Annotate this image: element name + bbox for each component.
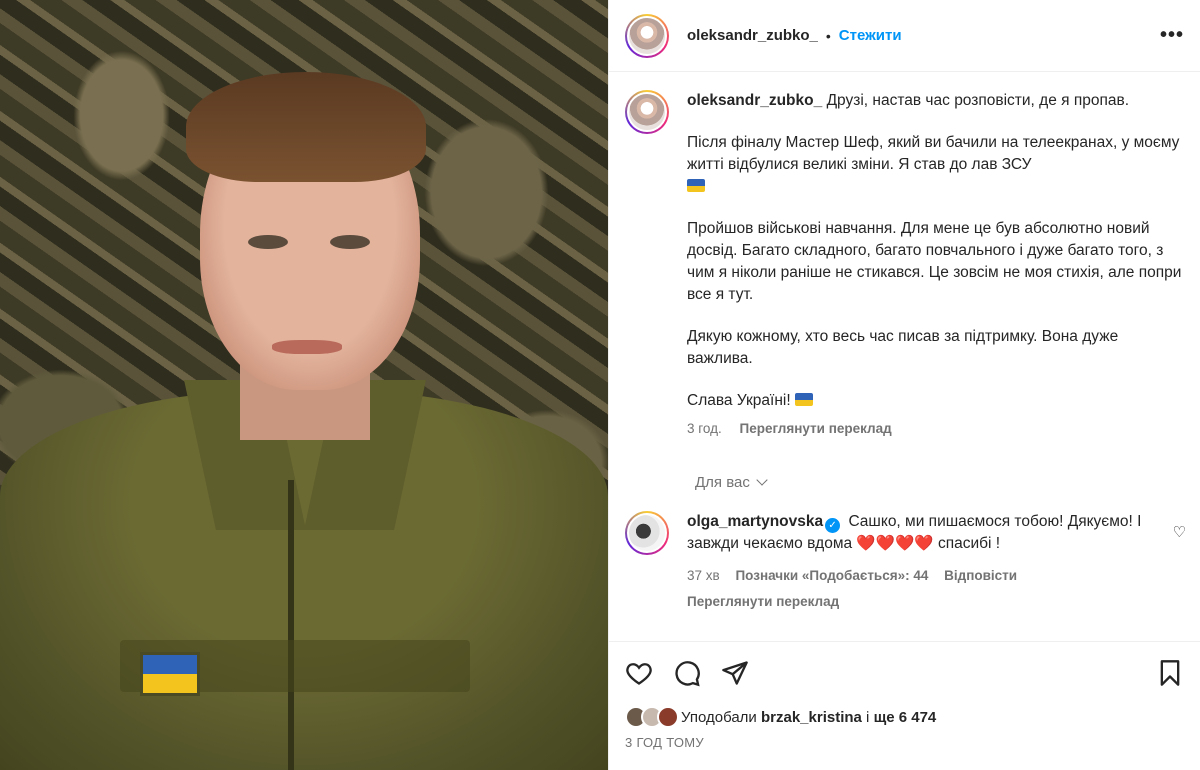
post-photo[interactable] (0, 0, 608, 770)
more-options-icon[interactable]: ••• (1160, 24, 1184, 47)
comment-reply-button[interactable]: Відповісти (944, 568, 1017, 583)
likes-prefix: Уподобали (681, 708, 757, 726)
comment-meta: 37 хв Позначки «Подобається»: 44 Відпові… (687, 565, 1147, 613)
save-bookmark-icon[interactable] (1156, 659, 1184, 687)
photo-mouth (272, 340, 342, 354)
follow-button[interactable]: Стежити (839, 27, 902, 44)
caption-translate-link[interactable]: Переглянути переклад (740, 421, 892, 436)
commenter-username[interactable]: olga_martynovska (687, 513, 823, 530)
action-bar (609, 641, 1200, 703)
caption-paragraph-4: Дякую кожному, хто весь час писав за під… (687, 328, 1119, 367)
post-caption: oleksandr_zubko_ Друзі, настав час розпо… (625, 90, 1184, 440)
likes-user[interactable]: brzak_kristina (761, 709, 862, 726)
for-you-label: Для вас (695, 474, 750, 491)
chevron-down-icon (756, 474, 768, 486)
caption-meta: 3 год. Переглянути переклад (687, 418, 1184, 440)
photo-jacket (0, 390, 608, 770)
comment-translate-link[interactable]: Переглянути переклад (687, 591, 1147, 613)
comment-like-heart-icon[interactable]: ♡ (1173, 523, 1186, 541)
liker-avatar (657, 706, 679, 728)
likes-count[interactable]: ще 6 474 (874, 709, 937, 726)
liker-avatars (625, 706, 679, 728)
share-paper-plane-icon[interactable] (721, 659, 749, 687)
comment-body: olga_martynovska ✓ Сашко, ми пишаємося то… (687, 511, 1147, 613)
for-you-filter[interactable]: Для вас (695, 474, 1184, 491)
likes-middle: і (866, 708, 870, 726)
photo-zipper (288, 480, 294, 770)
verified-badge-icon: ✓ (825, 518, 841, 533)
commenter-avatar[interactable] (625, 511, 669, 555)
comment-likes-count[interactable]: Позначки «Подобається»: 44 (735, 568, 928, 583)
comment-time: 37 хв (687, 568, 720, 583)
photo-eye-left (248, 235, 288, 249)
caption-paragraph-3: Пройшов військові навчання. Для мене це … (687, 220, 1182, 303)
caption-username[interactable]: oleksandr_zubko_ (687, 92, 822, 109)
author-avatar[interactable] (625, 13, 669, 58)
comments-scroll-area[interactable]: oleksandr_zubko_ Друзі, настав час розпо… (609, 72, 1200, 641)
like-heart-icon[interactable] (625, 659, 653, 687)
ukraine-flag-emoji (687, 179, 705, 192)
caption-body: oleksandr_zubko_ Друзі, настав час розпо… (687, 90, 1184, 440)
caption-author-avatar[interactable] (625, 90, 669, 134)
header-separator: • (825, 27, 831, 44)
caption-time: 3 год. (687, 421, 722, 436)
ukraine-flag-patch (140, 652, 200, 696)
author-username[interactable]: oleksandr_zubko_ (687, 27, 818, 44)
instagram-post: oleksandr_zubko_ • Стежити ••• oleksandr… (0, 0, 1200, 770)
caption-paragraph-5: Слава Україні! (687, 390, 1184, 412)
photo-eye-right (330, 235, 370, 249)
post-sidebar: oleksandr_zubko_ • Стежити ••• oleksandr… (608, 0, 1200, 770)
post-time-ago: 3 ГОД ТОМУ (625, 735, 704, 750)
caption-paragraph-2: Після фіналу Мастер Шеф, який ви бачили … (687, 132, 1184, 198)
ukraine-flag-emoji (794, 393, 813, 406)
caption-paragraph-1: oleksandr_zubko_ Друзі, настав час розпо… (687, 92, 1130, 109)
comment-text-end: спасибі ! (937, 535, 1001, 552)
photo-hair (186, 72, 426, 182)
post-header: oleksandr_zubko_ • Стежити ••• (609, 0, 1200, 72)
likes-summary[interactable]: Уподобали brzak_kristina і ще 6 474 (609, 703, 1200, 731)
heart-emojis: ❤️❤️❤️❤️ (856, 535, 934, 552)
comment-bubble-icon[interactable] (673, 659, 701, 687)
comment-item: olga_martynovska ✓ Сашко, ми пишаємося то… (625, 511, 1186, 613)
